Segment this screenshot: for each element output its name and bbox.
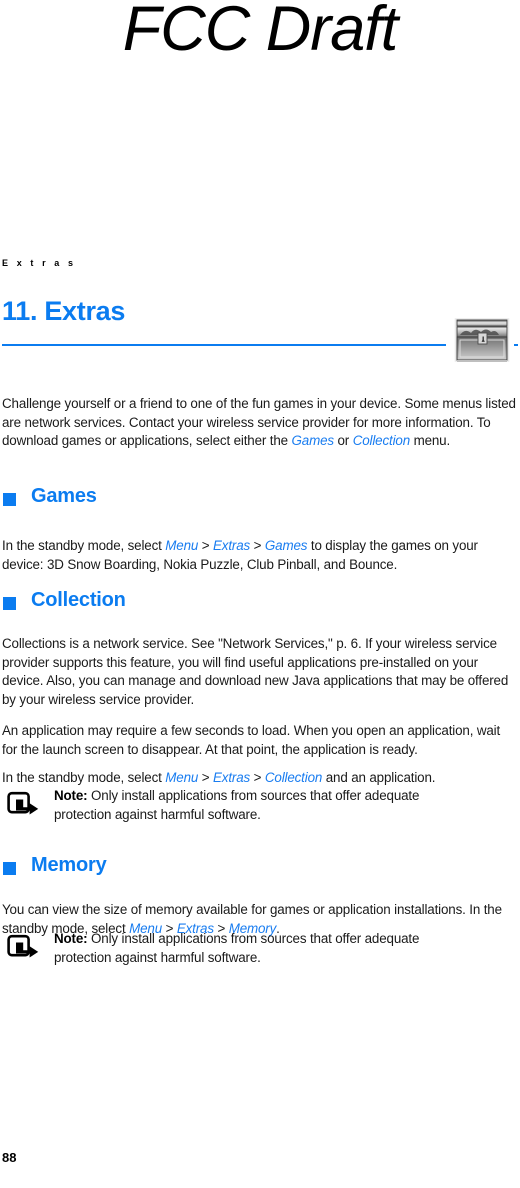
- intro-text-3: menu.: [410, 433, 451, 449]
- page-title: 11. Extras: [2, 296, 126, 326]
- note-text-1: Note: Only install applications from sou…: [54, 787, 474, 824]
- running-header: E x t r a s: [2, 258, 77, 268]
- chapter-title-block: 11. Extras: [2, 296, 518, 346]
- menu-ref-extras: Extras: [213, 538, 251, 554]
- menu-ref-menu: Menu: [165, 770, 199, 786]
- intro-text-2: or: [333, 433, 353, 449]
- menu-ref-collection: Collection: [352, 433, 410, 449]
- note-pointer-icon: [7, 791, 41, 819]
- games-text-1: In the standby mode, select: [2, 538, 166, 554]
- section-heading-games: Games: [2, 485, 518, 511]
- note-body: Only install applications from sources t…: [54, 931, 420, 965]
- collection-text-1: In the standby mode, select: [2, 770, 166, 786]
- menu-ref-games: Games: [264, 538, 308, 554]
- page-number: 88: [2, 1150, 17, 1165]
- menu-separator: >: [198, 538, 213, 554]
- section-title-memory: Memory: [31, 854, 107, 876]
- collection-paragraph-1: Collections is a network service. See "N…: [2, 636, 509, 707]
- section-heading-memory: Memory: [2, 854, 518, 880]
- menu-ref-collection: Collection: [264, 770, 323, 786]
- collection-text-2: and an application.: [322, 770, 436, 786]
- chapter-divider: [2, 344, 446, 346]
- note-text-2: Note: Only install applications from sou…: [54, 930, 474, 967]
- section-heading-collection: Collection: [2, 589, 518, 615]
- games-paragraph: In the standby mode, select Menu > Extra…: [2, 537, 518, 574]
- menu-ref-extras: Extras: [213, 770, 251, 786]
- square-bullet-icon: [3, 862, 16, 875]
- intro-paragraph: Challenge yourself or a friend to one of…: [2, 395, 518, 451]
- section-title-collection: Collection: [31, 589, 126, 611]
- note-label: Note:: [54, 931, 88, 946]
- document-page: E x t r a s 11. Extras Challenge yoursel…: [2, 0, 518, 1188]
- menu-ref-games: Games: [291, 433, 335, 449]
- collection-paragraph-3: In the standby mode, select Menu > Extra…: [2, 769, 518, 788]
- treasure-chest-icon: [452, 315, 514, 365]
- chapter-divider-end-dot: [514, 344, 518, 346]
- note-pointer-icon: [7, 934, 41, 962]
- menu-separator: >: [250, 538, 265, 554]
- section-title-games: Games: [31, 485, 97, 507]
- menu-ref-menu: Menu: [165, 538, 199, 554]
- note-body: Only install applications from sources t…: [54, 788, 420, 822]
- menu-separator: >: [250, 770, 265, 786]
- collection-paragraph-2: An application may require a few seconds…: [2, 723, 501, 757]
- note-label: Note:: [54, 788, 88, 803]
- menu-separator: >: [198, 770, 213, 786]
- square-bullet-icon: [3, 597, 16, 610]
- square-bullet-icon: [3, 493, 16, 506]
